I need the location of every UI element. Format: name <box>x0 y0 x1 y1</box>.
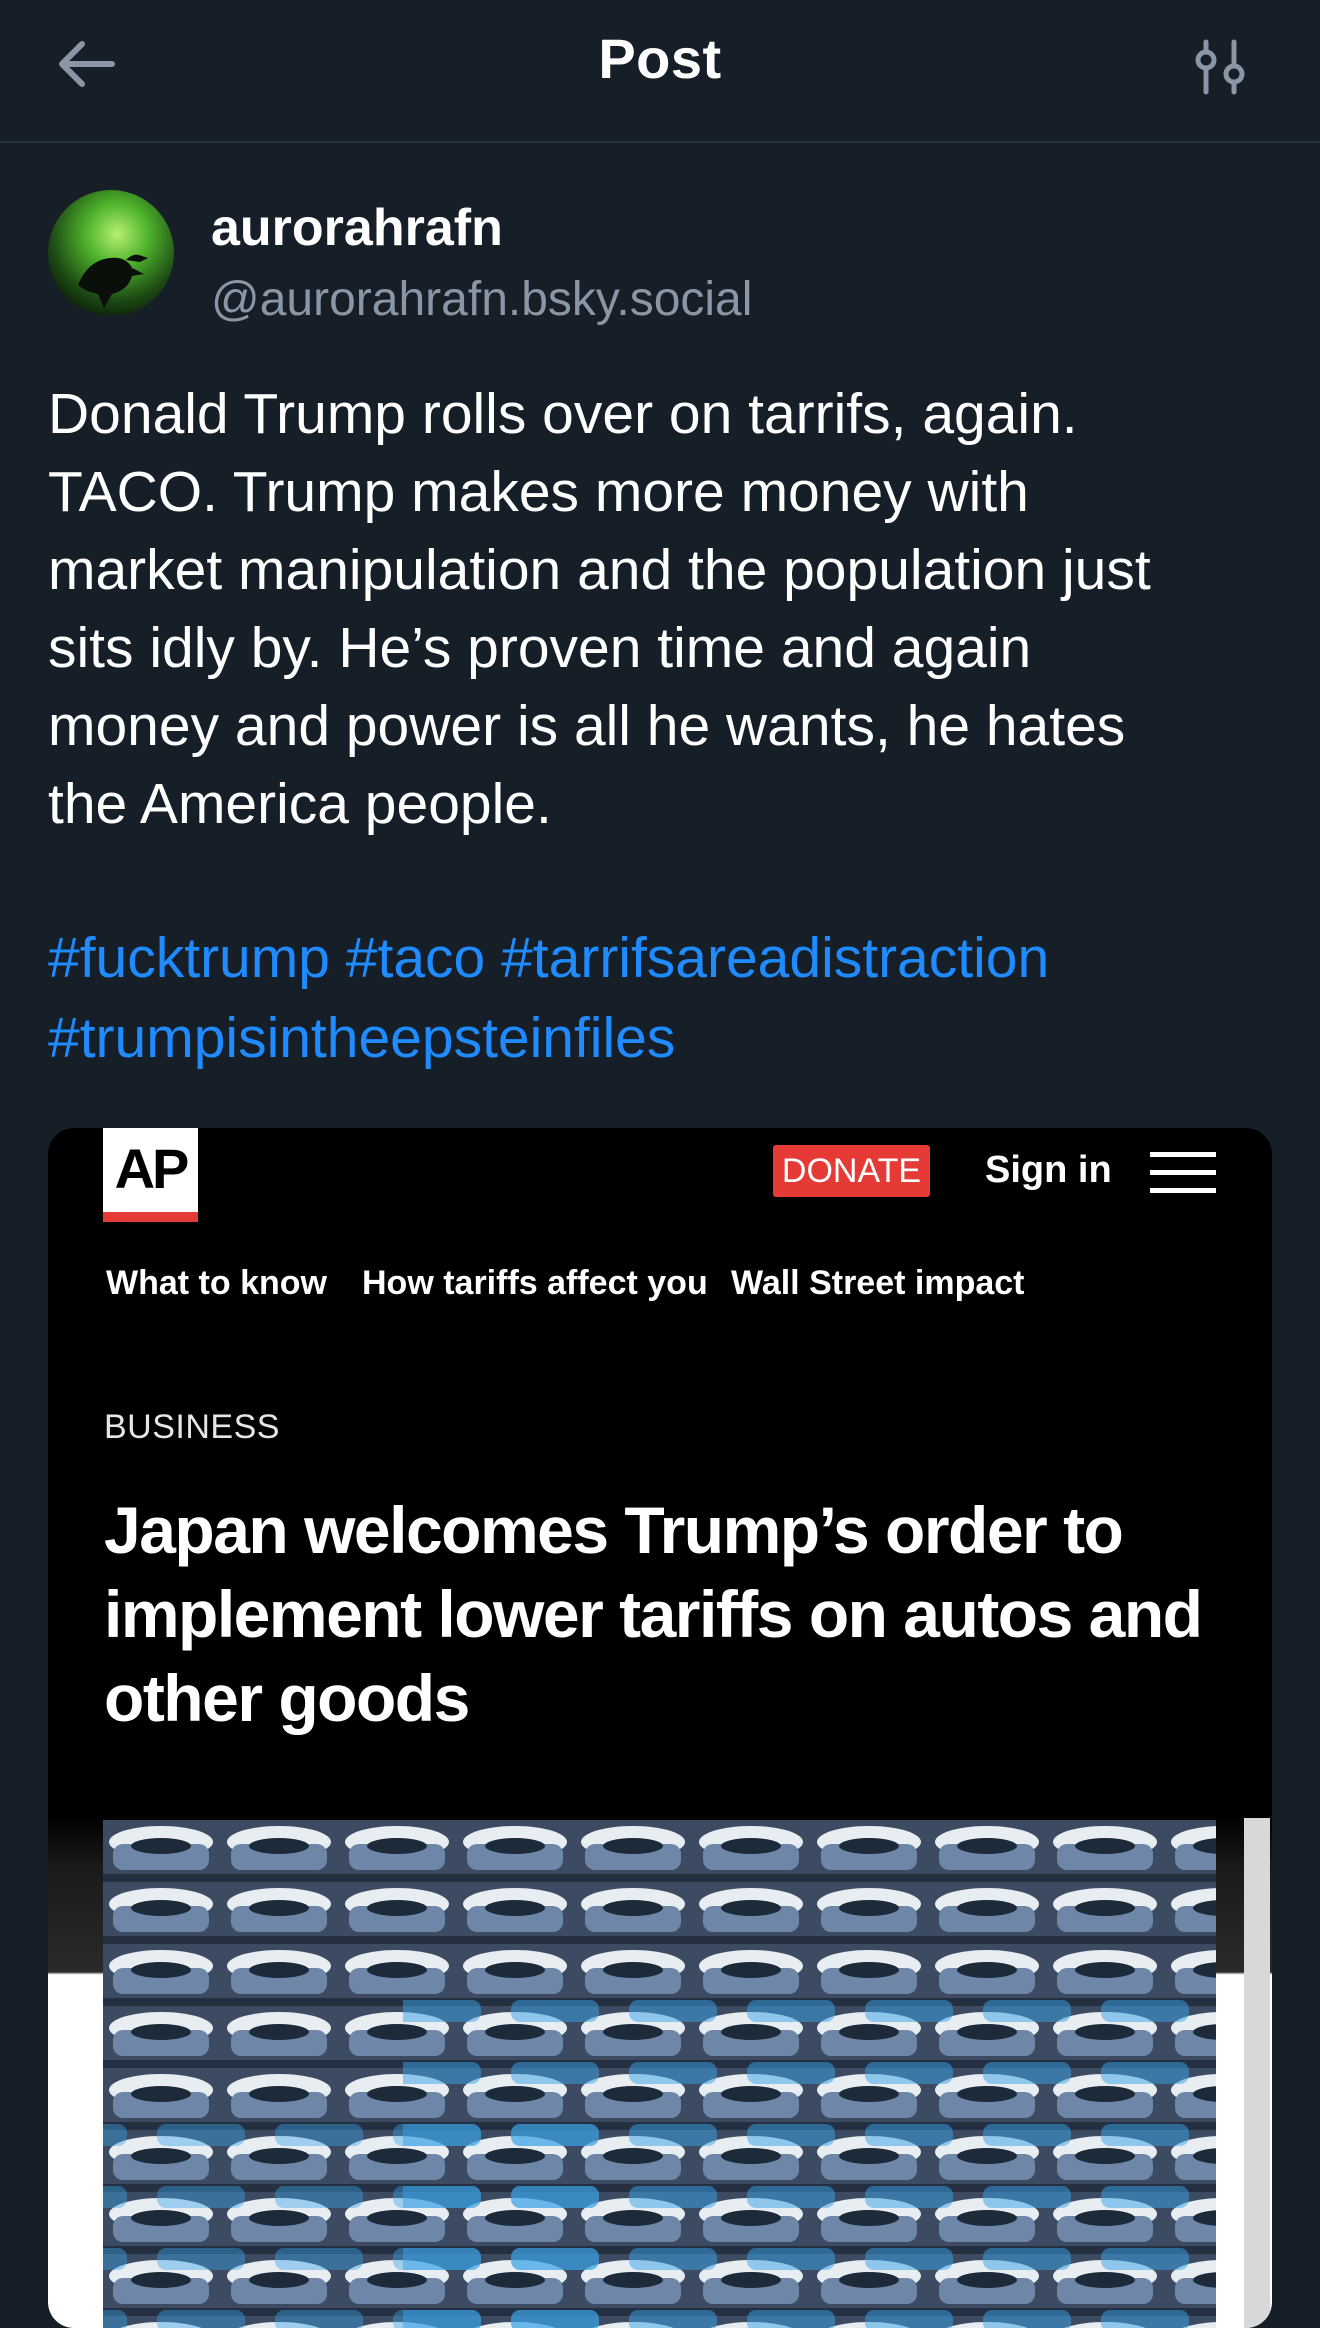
embed-nav-link: Wall Street impact <box>731 1264 1025 1302</box>
post-author: aurorahrafn @aurorahrafn.bsky.social <box>48 190 1278 330</box>
settings-sliders-icon[interactable] <box>1190 36 1252 98</box>
parked-cars-photo <box>103 1820 1216 2328</box>
embed-nav-link: How tariffs affect you <box>362 1264 708 1302</box>
hamburger-menu-icon <box>1148 1148 1220 1198</box>
top-bar: Post <box>0 0 1320 143</box>
signin-label: Sign in <box>985 1149 1112 1191</box>
user-handle[interactable]: @aurorahrafn.bsky.social <box>211 272 752 327</box>
photo-edge <box>1244 1818 1270 2328</box>
hashtag-list: #fucktrump #taco #tarrifsareadistraction… <box>48 918 1288 1078</box>
embed-nav-link: What to know <box>106 1264 327 1302</box>
article-headline: Japan welcomes Trump’s order to implemen… <box>104 1493 1203 1735</box>
section-label: BUSINESS <box>104 1408 280 1446</box>
hashtag-link[interactable]: #taco <box>346 926 485 990</box>
post-body: Donald Trump rolls over on tarrifs, agai… <box>48 375 1288 843</box>
avatar[interactable] <box>48 190 174 316</box>
embedded-image[interactable]: AP DONATE Sign in What to know How tarif… <box>48 1128 1272 2328</box>
post-text: Donald Trump rolls over on tarrifs, agai… <box>48 382 1151 836</box>
hashtag-link[interactable]: #tarrifsareadistraction <box>501 926 1049 990</box>
donate-badge: DONATE <box>773 1145 930 1197</box>
ap-logo: AP <box>103 1128 198 1222</box>
page-title: Post <box>598 27 722 90</box>
hashtag-link[interactable]: #fucktrump <box>48 926 330 990</box>
display-name[interactable]: aurorahrafn <box>211 198 503 258</box>
hashtag-link[interactable]: #trumpisintheepsteinfiles <box>48 1006 675 1070</box>
